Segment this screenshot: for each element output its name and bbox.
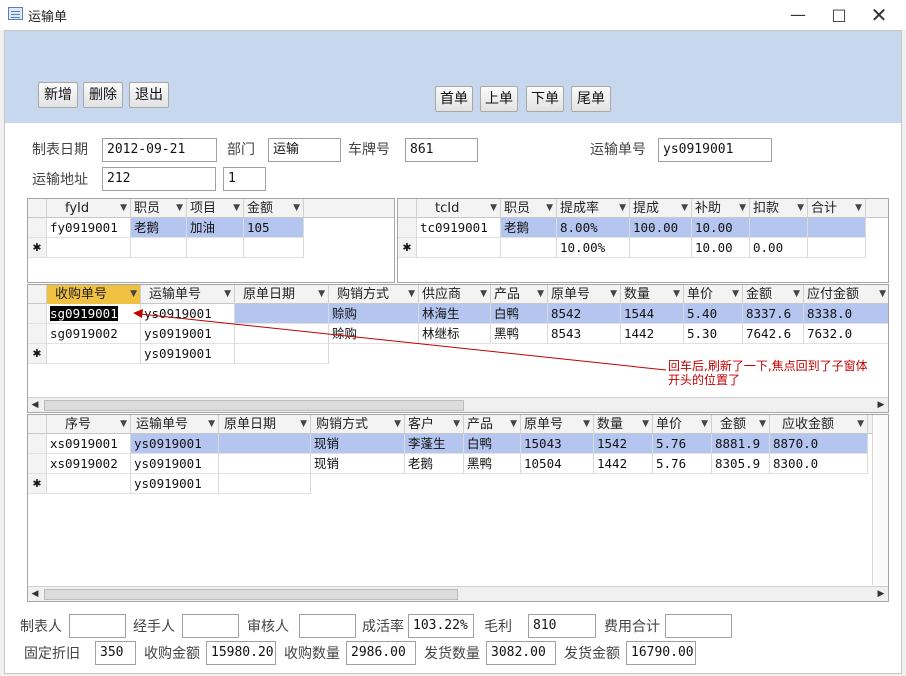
sales-subform: 序号 ▼ 运输单号 ▼ 原单日期 ▼ 购销方式 ▼ 客户 ▼ 产品 ▼ 原单号 ▼ 数量 ▼ 单… xyxy=(27,414,889,602)
sales-cell-src-no[interactable]: 15043 xyxy=(521,434,594,454)
ship-qty-label: 发货数量 xyxy=(424,646,480,662)
row-selector[interactable] xyxy=(28,434,47,454)
purchase-qty-label: 收购数量 xyxy=(284,646,340,662)
table-row[interactable]: xs0919001 ys0919001 现销 李蓬生 白鸭 15043 1542… xyxy=(28,434,888,454)
ship-amount-field[interactable]: 16790.00 xyxy=(626,641,696,665)
row-selector[interactable] xyxy=(28,454,47,474)
fee-total-label: 费用合计 xyxy=(604,619,660,635)
sales-cell-product[interactable]: 黑鸭 xyxy=(464,454,521,474)
sales-col-method[interactable]: 购销方式 ▼ xyxy=(311,415,405,434)
sales-cell-seq[interactable]: xs0919001 xyxy=(47,434,131,454)
table-row[interactable]: xs0919002 ys0919001 现销 老鹅 黑鸭 10504 1442 … xyxy=(28,454,888,474)
sales-col-receivable[interactable]: 应收金额 ▼ xyxy=(770,415,868,434)
sales-cell-method[interactable]: 现销 xyxy=(311,434,405,454)
sales-col-price[interactable]: 单价 ▼ xyxy=(653,415,712,434)
sales-cell-receivable[interactable]: 8300.0 xyxy=(770,454,868,474)
reviewer-label: 审核人 xyxy=(247,619,289,635)
sales-new-order[interactable]: ys0919001 xyxy=(131,474,219,494)
reviewer-field[interactable] xyxy=(299,614,356,638)
sales-col-order[interactable]: 运输单号 ▼ xyxy=(131,415,219,434)
annotation-line2: 开头的位置了 xyxy=(668,373,741,387)
purchase-qty-field[interactable]: 2986.00 xyxy=(346,641,416,665)
new-record-icon[interactable]: ✱ xyxy=(28,474,47,494)
sales-vscrollbar[interactable] xyxy=(872,415,888,585)
sales-cell-product[interactable]: 白鸭 xyxy=(464,434,521,454)
sales-col-src-no[interactable]: 原单号 ▼ xyxy=(521,415,594,434)
purchase-amount-field[interactable]: 15980.20 xyxy=(206,641,276,665)
sales-cell-src-no[interactable]: 10504 xyxy=(521,454,594,474)
sales-hscrollbar[interactable]: ◀ ▶ xyxy=(28,586,888,601)
profit-field[interactable]: 810 xyxy=(528,614,596,638)
depreciation-field[interactable]: 350 xyxy=(95,641,136,665)
sales-cell-method[interactable]: 现销 xyxy=(311,454,405,474)
survival-field[interactable]: 103.22% xyxy=(408,614,474,638)
sales-new-cell[interactable] xyxy=(219,474,311,494)
sales-col-date[interactable]: 原单日期 ▼ xyxy=(219,415,311,434)
new-record-row[interactable]: ✱ ys0919001 xyxy=(28,474,888,494)
handler-label: 经手人 xyxy=(133,619,175,635)
sales-col-product[interactable]: 产品 ▼ xyxy=(464,415,521,434)
depreciation-label: 固定折旧 xyxy=(24,646,80,662)
survival-label: 成活率 xyxy=(362,619,404,635)
handler-field[interactable] xyxy=(182,614,239,638)
sales-cell-price[interactable]: 5.76 xyxy=(653,434,712,454)
sales-new-cell[interactable] xyxy=(47,474,131,494)
sales-col-seq[interactable]: 序号 ▼ xyxy=(47,415,131,434)
profit-label: 毛利 xyxy=(484,619,512,635)
sales-cell-qty[interactable]: 1442 xyxy=(594,454,653,474)
sales-cell-order[interactable]: ys0919001 xyxy=(131,454,219,474)
sales-grid-header: 序号 ▼ 运输单号 ▼ 原单日期 ▼ 购销方式 ▼ 客户 ▼ 产品 ▼ 原单号 ▼ 数量 ▼ 单… xyxy=(28,415,888,434)
sales-cell-date[interactable] xyxy=(219,434,311,454)
sales-cell-order[interactable]: ys0919001 xyxy=(131,434,219,454)
sales-col-amount[interactable]: 金额 ▼ xyxy=(712,415,770,434)
maker-label: 制表人 xyxy=(20,619,62,635)
sales-cell-seq[interactable]: xs0919002 xyxy=(47,454,131,474)
annotation-line1: 回车后,刷新了一下,焦点回到了子窗体 xyxy=(668,359,868,373)
sales-cell-amount[interactable]: 8305.9 xyxy=(712,454,770,474)
fee-total-field[interactable] xyxy=(665,614,732,638)
maker-field[interactable] xyxy=(69,614,126,638)
sales-cell-receivable[interactable]: 8870.0 xyxy=(770,434,868,454)
scroll-left-icon[interactable]: ◀ xyxy=(28,587,42,601)
grid-corner[interactable] xyxy=(28,415,47,434)
annotation-note: 回车后,刷新了一下,焦点回到了子窗体 开头的位置了 xyxy=(668,359,868,387)
sales-cell-customer[interactable]: 老鹅 xyxy=(405,454,464,474)
sales-col-qty[interactable]: 数量 ▼ xyxy=(594,415,653,434)
sales-col-customer[interactable]: 客户 ▼ xyxy=(405,415,464,434)
sales-cell-amount[interactable]: 8881.9 xyxy=(712,434,770,454)
sales-cell-price[interactable]: 5.76 xyxy=(653,454,712,474)
sales-cell-qty[interactable]: 1542 xyxy=(594,434,653,454)
purchase-amount-label: 收购金额 xyxy=(144,646,200,662)
scroll-right-icon[interactable]: ▶ xyxy=(874,587,888,601)
sales-cell-customer[interactable]: 李蓬生 xyxy=(405,434,464,454)
scroll-thumb[interactable] xyxy=(44,589,458,600)
sales-cell-date[interactable] xyxy=(219,454,311,474)
ship-amount-label: 发货金额 xyxy=(564,646,620,662)
ship-qty-field[interactable]: 3082.00 xyxy=(486,641,556,665)
